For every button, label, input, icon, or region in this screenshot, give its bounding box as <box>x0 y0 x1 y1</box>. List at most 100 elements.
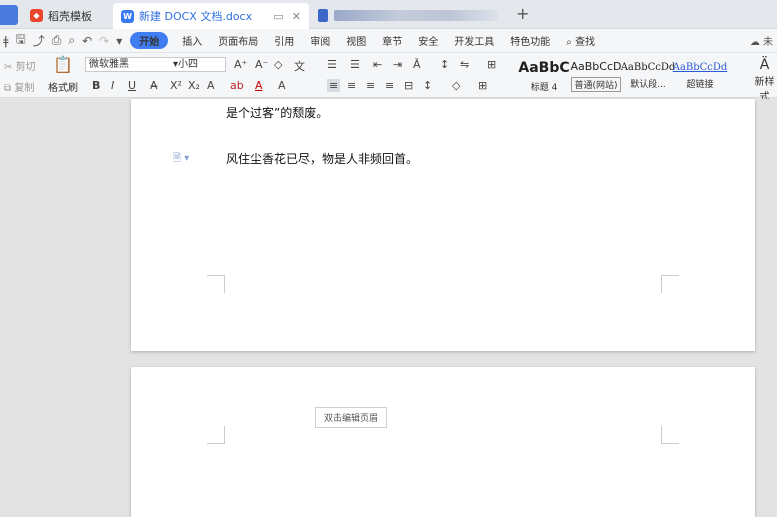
copy-icon: ⧉ <box>4 83 12 94</box>
style-sample: AaBbCcD <box>570 60 622 73</box>
menu-references[interactable]: 引用 <box>266 33 302 48</box>
menu-start[interactable]: 开始 <box>130 32 169 49</box>
font-color-icon[interactable]: A <box>255 79 263 92</box>
new-style-icon: Ä <box>759 57 770 73</box>
paragraph-text[interactable]: 是个过客”的颓废。 <box>226 104 328 121</box>
undo-icon[interactable]: ↶ <box>82 34 92 48</box>
style-default-paragraph[interactable]: AaBbCcDd 默认段... <box>620 57 676 95</box>
new-tab-icon[interactable]: + <box>516 4 529 23</box>
docer-logo-icon: ◆ <box>30 9 43 22</box>
font-name-value: 微软雅黑 <box>89 59 129 70</box>
copy-button[interactable]: ⧉ 复制 <box>4 79 34 94</box>
page-2[interactable]: 双击编辑页眉 <box>131 367 755 517</box>
format-painter-button[interactable]: 格式刷 <box>48 79 78 94</box>
borders-icon[interactable]: ⊞ <box>478 79 487 92</box>
shading-icon[interactable]: ◇ <box>452 79 460 92</box>
text-effect-icon[interactable]: A <box>207 79 215 92</box>
margin-corner-mark <box>661 275 679 293</box>
style-name: 普通(网站) <box>571 77 621 92</box>
style-heading-4[interactable]: AaBbC 标题 4 <box>518 57 570 95</box>
style-gallery: AaBbC 标题 4 AaBbCcD 普通(网站) AaBbCcDd 默认段..… <box>518 57 728 95</box>
ribbon: ✂ 剪切 ⧉ 复制 📋 格式刷 微软雅黑 ▾小四 A⁺ A⁻ ◇ 文 B I U… <box>0 53 777 103</box>
grow-font-icon[interactable]: A⁺ <box>234 58 247 71</box>
superscript-icon[interactable]: X² <box>170 79 182 92</box>
customize-icon[interactable]: ▾ <box>116 34 122 48</box>
paste-icon[interactable]: 📋 <box>53 55 73 74</box>
redo-icon[interactable]: ↷ <box>99 34 109 48</box>
tab-blurred[interactable] <box>310 4 506 27</box>
print-preview-icon[interactable]: ⌕ <box>68 33 75 48</box>
tab-label: 稻壳模板 <box>48 9 92 23</box>
tab-label: 新建 DOCX 文档.docx <box>139 10 253 23</box>
cloud-sync-button[interactable]: ☁ 未 <box>750 33 777 48</box>
cloud-label: 未 <box>763 37 773 48</box>
new-style-button[interactable]: Ä 新样式 <box>752 57 777 103</box>
strikethrough-icon[interactable]: A̶ <box>150 79 158 92</box>
document-workspace[interactable]: 是个过客”的颓废。 🗎 ▾ 风住尘香花已尽，物是人非频回首。 双击编辑页眉 <box>0 99 777 517</box>
clear-format-icon[interactable]: ◇ <box>274 58 282 71</box>
menu-developer[interactable]: 开发工具 <box>446 33 502 48</box>
style-sample: AaBbCcDd <box>620 62 676 73</box>
line-spacing-icon[interactable]: ↕ <box>423 79 432 92</box>
export-icon[interactable]: ⤴ <box>33 32 45 49</box>
underline-icon[interactable]: U <box>128 79 136 92</box>
search-label: 查找 <box>575 37 596 48</box>
menu-insert[interactable]: 插入 <box>174 33 210 48</box>
show-marks-icon[interactable]: ⇋ <box>460 58 469 71</box>
style-hyperlink[interactable]: AaBbCcDd 超链接 <box>672 57 728 95</box>
tab-template[interactable]: ◆ 稻壳模板 <box>22 4 112 27</box>
sidebar-toggle[interactable] <box>0 5 18 25</box>
highlight-icon[interactable]: ab <box>230 79 244 92</box>
distribute-icon[interactable]: ⊟ <box>404 79 413 92</box>
menu-page-layout[interactable]: 页面布局 <box>210 33 266 48</box>
italic-icon[interactable]: I <box>111 79 114 92</box>
page-1[interactable]: 是个过客”的颓废。 🗎 ▾ 风住尘香花已尽，物是人非频回首。 <box>131 99 755 351</box>
sort-icon[interactable]: ↕ <box>440 58 449 71</box>
cut-button[interactable]: ✂ 剪切 <box>4 58 36 73</box>
decrease-indent-icon[interactable]: ⇤ <box>373 58 382 71</box>
menu-section[interactable]: 章节 <box>374 33 410 48</box>
margin-corner-mark <box>207 275 225 293</box>
menu-view[interactable]: 视图 <box>338 33 374 48</box>
style-name: 默认段... <box>630 80 666 90</box>
subscript-icon[interactable]: X₂ <box>188 79 200 92</box>
align-right-icon[interactable]: ≡ <box>366 79 375 92</box>
paragraph-handle-icon[interactable]: 🗎 ▾ <box>173 151 189 168</box>
increase-indent-icon[interactable]: ⇥ <box>393 58 402 71</box>
menu-review[interactable]: 审阅 <box>302 33 338 48</box>
bullet-list-icon[interactable]: ☰ <box>327 58 337 71</box>
style-name: 标题 4 <box>530 82 558 93</box>
search-icon: ⌕ <box>566 37 572 48</box>
scissors-icon: ✂ <box>4 62 13 73</box>
style-sample: AaBbCcDd <box>672 62 728 73</box>
numbered-list-icon[interactable]: ☰ <box>350 58 360 71</box>
word-doc-icon: W <box>121 9 134 23</box>
window-mode-icon[interactable]: ▭ <box>273 10 283 23</box>
paragraph-text[interactable]: 风住尘香花已尽，物是人非频回首。 <box>226 150 418 167</box>
chinese-layout-icon[interactable]: Ǎ <box>413 58 421 71</box>
print-icon[interactable]: ⎙ <box>52 33 62 48</box>
bold-icon[interactable]: B <box>92 79 100 92</box>
copy-label: 复制 <box>14 83 35 94</box>
search-button[interactable]: ⌕ 查找 <box>558 33 603 48</box>
margin-corner-mark <box>661 426 679 444</box>
style-normal-web[interactable]: AaBbCcD 普通(网站) <box>570 57 622 95</box>
tab-document[interactable]: W 新建 DOCX 文档.docx ▭ ✕ <box>113 3 309 29</box>
shrink-font-icon[interactable]: A⁻ <box>255 58 268 71</box>
font-size-value: 小四 <box>178 59 199 70</box>
save-icon[interactable]: 🖫 <box>16 30 26 51</box>
align-center-icon[interactable]: ≡ <box>347 79 356 92</box>
char-shading-icon[interactable]: A <box>278 79 286 92</box>
blurred-logo-icon <box>318 9 328 22</box>
justify-icon[interactable]: ≡ <box>385 79 394 92</box>
file-menu-icon[interactable]: ǂ <box>3 34 9 48</box>
align-left-icon[interactable]: ≡ <box>327 79 341 92</box>
phonetic-icon[interactable]: 文 <box>294 58 305 74</box>
table-icon[interactable]: ⊞ <box>487 58 496 71</box>
close-tab-icon[interactable]: ✕ <box>292 10 301 23</box>
menu-features[interactable]: 特色功能 <box>502 33 558 48</box>
edit-header-tooltip[interactable]: 双击编辑页眉 <box>315 407 388 428</box>
style-sample: AaBbC <box>518 59 570 76</box>
font-size-select[interactable]: ▾小四 <box>170 57 226 72</box>
menu-security[interactable]: 安全 <box>410 33 446 48</box>
